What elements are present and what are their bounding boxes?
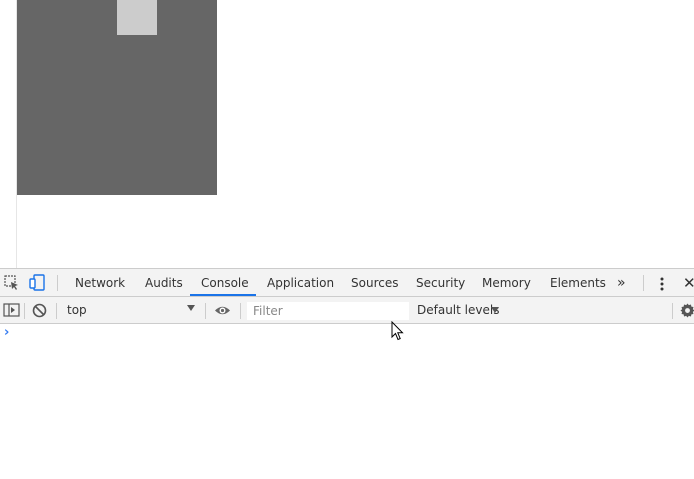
context-dropdown-icon[interactable] [187,305,195,311]
tab-audits[interactable]: Audits [145,269,183,297]
console-prompt-icon: › [4,325,10,340]
clear-console-icon[interactable] [31,302,48,319]
tab-application[interactable]: Application [267,269,334,297]
log-levels-dropdown-icon[interactable] [491,307,499,313]
toolbar-separator [205,303,206,319]
live-expression-eye-icon[interactable] [214,302,231,319]
tab-memory[interactable]: Memory [482,269,531,297]
page-light-block [117,0,157,35]
tab-security[interactable]: Security [416,269,465,297]
screen: Network Audits Console Application Sourc… [0,0,694,479]
console-settings-gear-icon[interactable] [680,303,694,318]
tabbar-separator [643,275,644,291]
toolbar-separator [56,303,57,319]
filter-input[interactable] [247,302,409,320]
active-tab-indicator [190,294,256,296]
console-output[interactable]: › [0,324,694,479]
console-toolbar: top Default levels [0,297,694,324]
customize-menu-icon[interactable] [660,277,664,291]
tab-network[interactable]: Network [75,269,125,297]
tab-sources[interactable]: Sources [351,269,398,297]
context-selector[interactable]: top [67,297,87,324]
devtools-panel: Network Audits Console Application Sourc… [0,268,694,479]
toolbar-separator [240,303,241,319]
close-devtools-icon[interactable]: ✕ [683,269,694,297]
tabbar-separator [57,275,58,291]
toolbar-separator [24,303,25,319]
mouse-cursor-icon [391,321,404,341]
page-viewport [0,0,694,268]
devtools-tabbar: Network Audits Console Application Sourc… [0,269,694,297]
log-levels-dropdown[interactable]: Default levels [417,297,499,324]
page-left-margin [0,0,17,268]
inspect-element-icon[interactable] [3,274,20,291]
tab-console[interactable]: Console [201,269,249,297]
more-tabs-icon[interactable]: » [617,269,626,297]
tab-elements[interactable]: Elements [550,269,606,297]
toolbar-separator [672,303,673,319]
device-toolbar-icon[interactable] [29,274,46,291]
show-sidebar-icon[interactable] [3,302,20,319]
